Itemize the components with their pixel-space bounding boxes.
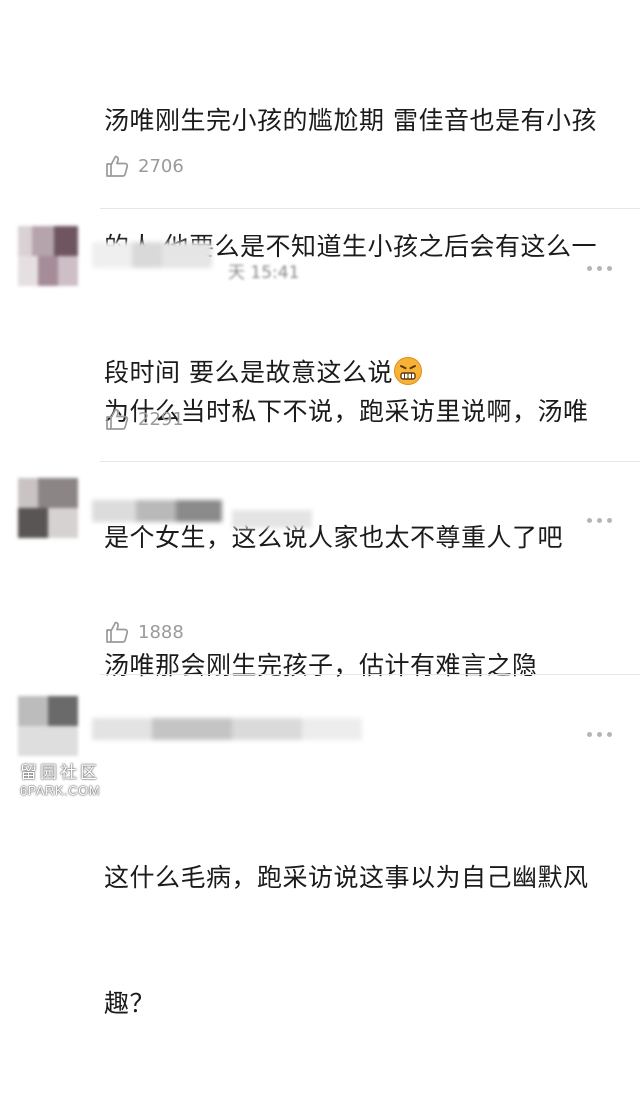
divider bbox=[100, 674, 640, 675]
comment-text-line: 趣？ bbox=[104, 989, 156, 1018]
watermark-title: 留园社区 bbox=[20, 763, 100, 783]
more-dots-icon[interactable] bbox=[587, 266, 612, 271]
timestamp: 天 15:41 bbox=[228, 263, 300, 283]
comment-text-line: 汤唯那会刚生完孩子，估计有难言之隐 bbox=[104, 651, 538, 680]
avatar[interactable] bbox=[18, 696, 78, 756]
avatar[interactable] bbox=[18, 478, 78, 538]
more-dots-icon[interactable] bbox=[587, 732, 612, 737]
username-blurred[interactable] bbox=[92, 242, 212, 272]
thumbs-up-icon bbox=[106, 621, 129, 643]
username-blurred[interactable] bbox=[92, 500, 222, 526]
thumbs-up-icon bbox=[106, 155, 129, 177]
thumbs-up-icon bbox=[106, 408, 129, 430]
like-count: 1888 bbox=[138, 621, 184, 643]
avatar[interactable] bbox=[18, 226, 78, 286]
divider bbox=[100, 461, 640, 462]
username-blurred[interactable] bbox=[92, 718, 362, 744]
like-button[interactable]: 2706 bbox=[104, 152, 184, 180]
divider bbox=[100, 208, 640, 209]
like-count: 2706 bbox=[138, 155, 184, 177]
timestamp-blurred bbox=[232, 510, 312, 528]
comment-text-line: 这什么毛病，跑采访说这事以为自己幽默风 bbox=[104, 863, 589, 892]
like-count: 2291 bbox=[138, 408, 184, 430]
watermark-url: 6PARK.COM bbox=[19, 783, 101, 798]
more-dots-icon[interactable] bbox=[587, 518, 612, 523]
like-button[interactable]: 2291 bbox=[104, 405, 184, 433]
watermark: 留园社区 6PARK.COM bbox=[10, 758, 110, 798]
comment-text-line: 汤唯刚生完小孩的尴尬期 雷佳音也是有小孩 bbox=[104, 106, 597, 135]
like-button[interactable]: 1888 bbox=[104, 618, 184, 646]
comment-text: 这什么毛病，跑采访说这事以为自己幽默风 趣？ bbox=[104, 773, 624, 1109]
